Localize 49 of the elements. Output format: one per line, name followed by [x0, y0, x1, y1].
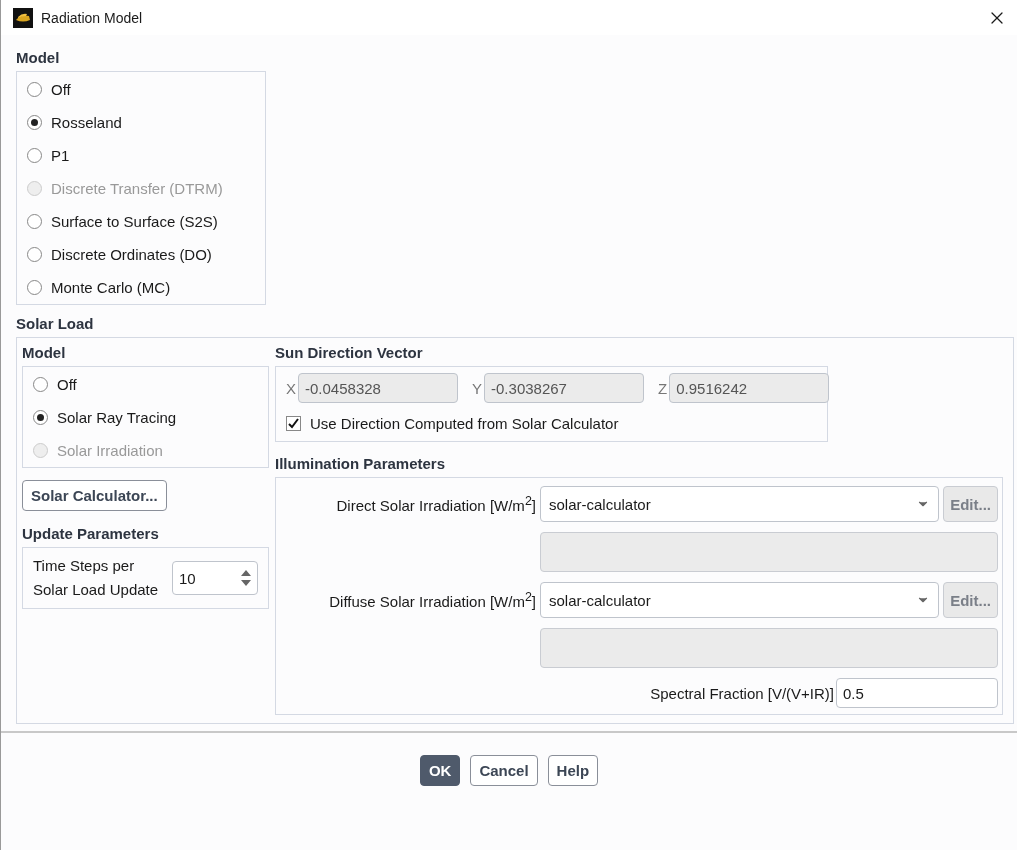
solar-calculator-button[interactable]: Solar Calculator... — [22, 480, 167, 511]
option-label: P1 — [51, 146, 70, 164]
radio-button[interactable] — [27, 279, 42, 295]
vector-field[interactable]: -0.3038267 — [484, 373, 645, 403]
section-title: Model — [22, 344, 67, 361]
spinner-arrows-icon[interactable] — [241, 568, 251, 588]
radio-button[interactable] — [33, 409, 48, 425]
dialog-button[interactable]: Help — [547, 755, 599, 786]
radio-button[interactable] — [27, 114, 42, 130]
option-label: Discrete Ordinates (DO) — [51, 245, 212, 263]
option-label: Off — [51, 80, 71, 98]
section-title: Solar Load — [16, 315, 95, 332]
vector-field[interactable]: 0.9516242 — [669, 373, 830, 403]
axis-label: X — [286, 379, 296, 397]
axis-label: Y — [472, 379, 483, 397]
radio-button[interactable] — [33, 376, 48, 392]
spectral-fraction-field[interactable]: 0.5 — [836, 678, 998, 708]
section-title: Model — [16, 49, 61, 66]
option-label: Off — [57, 375, 77, 393]
expression-field[interactable] — [540, 628, 998, 668]
section-title: Update Parameters — [22, 525, 160, 542]
radio-button[interactable] — [27, 147, 42, 163]
dialog-button[interactable]: OK — [419, 755, 461, 786]
window-title: Radiation Model — [41, 9, 144, 26]
option-label: Monte Carlo (MC) — [51, 278, 171, 296]
app-logo-icon — [13, 7, 33, 28]
radio-button[interactable] — [27, 246, 42, 262]
dropdown-field[interactable]: solar-calculator — [540, 582, 940, 618]
radio-button[interactable] — [27, 213, 42, 229]
checkbox[interactable] — [286, 415, 301, 431]
radio-button[interactable] — [27, 81, 42, 97]
vector-field[interactable]: -0.0458328 — [298, 373, 458, 403]
field-label: Diffuse Solar Irradiation [W/m$^{2}$] — [328, 590, 536, 610]
field-label: Spectral Fraction [V/(V+IR)] — [650, 684, 834, 702]
option-label: Solar Irradiation — [57, 441, 163, 459]
section-title: Sun Direction Vector — [275, 344, 424, 361]
option-label: Surface to Surface (S2S) — [51, 212, 218, 230]
dialog-button[interactable]: Cancel — [470, 755, 538, 786]
section-title: Illumination Parameters — [275, 455, 447, 472]
option-label: Rosseland — [51, 113, 122, 131]
option-label: Discrete Transfer (DTRM) — [51, 179, 223, 197]
axis-label: Z — [658, 379, 668, 397]
checkbox-label: Use Direction Computed from Solar Calculator — [310, 414, 619, 432]
field-label: Direct Solar Irradiation [W/m$^{2}$] — [335, 494, 536, 514]
spin-field[interactable]: 10 — [171, 561, 258, 595]
dropdown-field[interactable]: solar-calculator — [540, 486, 940, 522]
expression-field[interactable] — [540, 532, 998, 572]
field-label: Time Steps per Solar Load Update — [33, 556, 160, 600]
option-label: Solar Ray Tracing — [57, 408, 177, 426]
